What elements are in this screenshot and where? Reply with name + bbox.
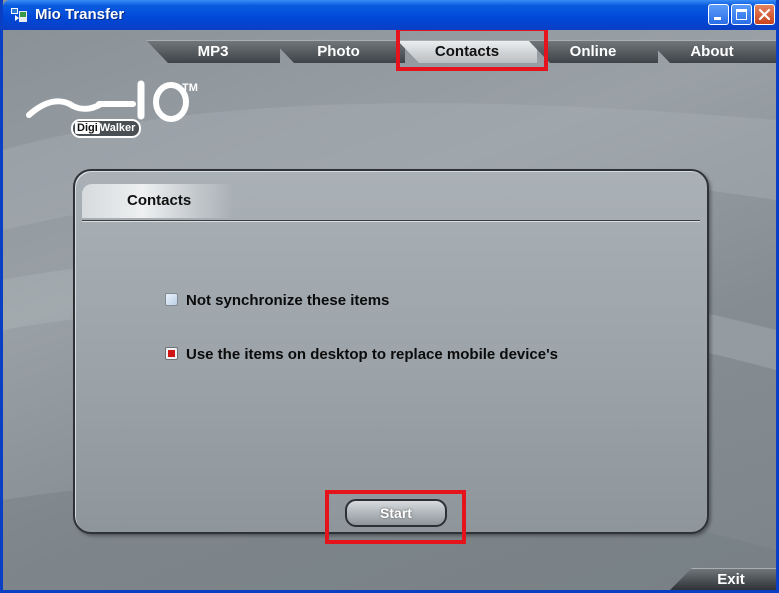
option-not-synchronize[interactable]: Not synchronize these items	[165, 292, 389, 309]
app-icon	[11, 8, 27, 22]
not-synchronize-checkbox[interactable]	[165, 293, 178, 306]
not-synchronize-label: Not synchronize these items	[186, 292, 390, 309]
minimize-button[interactable]	[708, 4, 729, 25]
maximize-button[interactable]	[731, 4, 752, 25]
walker-text: Walker	[99, 122, 136, 134]
option-replace-mobile[interactable]: Use the items on desktop to replace mobi…	[165, 346, 558, 363]
window-title: Mio Transfer	[35, 6, 125, 23]
close-icon	[758, 8, 771, 21]
replace-mobile-label: Use the items on desktop to replace mobi…	[186, 346, 559, 363]
tab-photo[interactable]: Photo	[272, 40, 405, 63]
digi-text: Digi	[75, 122, 100, 134]
title-bar[interactable]: Mio Transfer	[3, 0, 776, 30]
maximize-icon	[736, 9, 747, 20]
tab-about[interactable]: About	[648, 40, 776, 63]
replace-mobile-checkbox[interactable]	[165, 347, 178, 360]
contacts-panel: Contacts Not synchronize these items Use…	[73, 169, 709, 544]
minimize-icon	[714, 17, 721, 20]
close-button[interactable]	[754, 4, 775, 25]
panel-divider	[82, 220, 700, 222]
tab-mp3[interactable]: MP3	[146, 40, 280, 63]
tab-contacts[interactable]: Contacts	[397, 40, 537, 63]
panel-title: Contacts	[127, 192, 192, 209]
app-window: Mio Transfer MP3 Photo Contacts Online A…	[0, 0, 779, 593]
tab-online[interactable]: Online	[528, 40, 658, 63]
digiwalker-badge: Digi Walker	[71, 119, 142, 138]
logo-trademark: TM	[182, 82, 198, 94]
content-area: MP3 Photo Contacts Online About TM Digi W…	[3, 30, 776, 590]
start-button[interactable]: Start	[345, 499, 447, 527]
